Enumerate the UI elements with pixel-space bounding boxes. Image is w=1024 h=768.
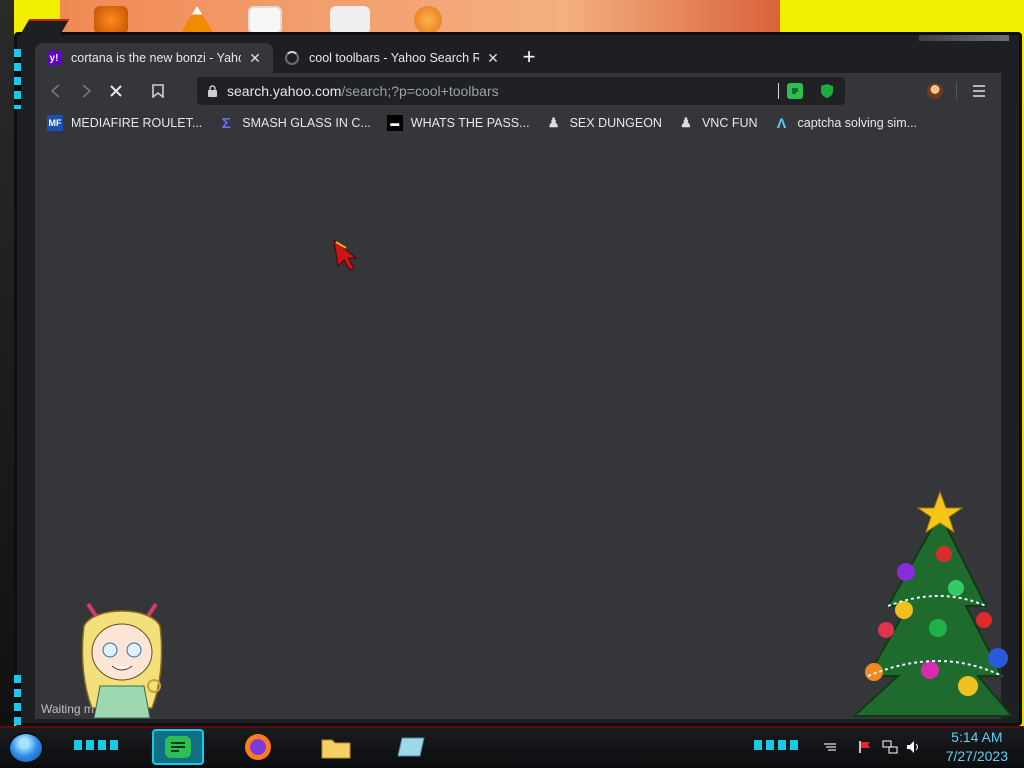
browser-menu-icon[interactable]	[969, 81, 989, 101]
frame-accent-ticks	[14, 49, 21, 109]
start-button[interactable]	[8, 732, 44, 764]
tab-cortana[interactable]: y! cortana is the new bonzi - Yahoo S ✕	[35, 43, 273, 73]
bookmark-button[interactable]	[143, 76, 173, 106]
tab-cool-toolbars[interactable]: cool toolbars - Yahoo Search Resu ✕	[273, 43, 511, 73]
bookmark-smash-glass[interactable]: Σ SMASH GLASS IN C...	[218, 114, 371, 132]
back-button[interactable]	[41, 76, 71, 106]
bookmark-mediafire[interactable]: MF MEDIAFIRE ROULET...	[47, 115, 202, 131]
yahoo-favicon-icon: y!	[47, 51, 61, 65]
mascot-character-icon	[81, 602, 163, 719]
sigma-icon: Σ	[221, 114, 231, 132]
address-bar[interactable]: search.yahoo.com /search;?p=cool+toolbar…	[197, 77, 845, 105]
url-path: /search;?p=cool+toolbars	[341, 83, 499, 99]
desktop-edge	[0, 0, 14, 728]
folder-icon	[321, 739, 351, 759]
file-desktop-icon[interactable]	[330, 6, 370, 34]
bookmark-label: WHATS THE PASS...	[410, 116, 530, 130]
show-hidden-icons[interactable]	[822, 740, 838, 754]
vnc-icon: ♟	[680, 115, 692, 130]
tab-title: cool toolbars - Yahoo Search Resu	[309, 51, 479, 65]
close-tab-icon[interactable]: ✕	[247, 50, 263, 66]
taskbar-app-chat[interactable]	[152, 729, 204, 765]
dark-box-icon: ▬	[386, 115, 403, 131]
forward-button[interactable]	[71, 76, 101, 106]
system-clock[interactable]: 5:14 AM 7/27/2023	[946, 728, 1008, 766]
frame-accent-ticks-bottom	[14, 675, 21, 725]
profile-avatar[interactable]	[927, 83, 943, 99]
action-center-flag-icon[interactable]	[858, 740, 874, 754]
shield-extension-icon[interactable]	[819, 83, 835, 99]
mediafire-icon: MF	[47, 115, 63, 131]
lock-icon[interactable]	[205, 84, 219, 98]
firefox-icon	[245, 734, 271, 760]
bookmark-label: SEX DUNGEON	[569, 116, 662, 130]
vnc-icon: ♟	[547, 115, 560, 130]
loading-spinner-icon	[285, 51, 299, 65]
app-desktop-icon[interactable]	[248, 6, 282, 34]
taskbar: 5:14 AM 7/27/2023	[0, 726, 1024, 768]
tab-title: cortana is the new bonzi - Yahoo S	[71, 51, 241, 65]
taskbar-accent-right	[754, 740, 800, 750]
lambda-icon: Λ	[776, 115, 787, 131]
toolbar-divider	[956, 82, 957, 100]
clock-date: 7/27/2023	[945, 748, 1008, 764]
url-host: search.yahoo.com	[227, 83, 342, 99]
bookmark-vnc-fun[interactable]: ♟ VNC FUN	[678, 115, 758, 131]
taskbar-app-file-explorer[interactable]	[310, 729, 362, 765]
mouse-cursor-icon	[333, 238, 358, 271]
bookmark-sex-dungeon[interactable]: ♟ SEX DUNGEON	[546, 115, 662, 131]
browser-toolbar: search.yahoo.com /search;?p=cool+toolbar…	[35, 73, 1001, 109]
back-arrow-icon	[50, 84, 60, 98]
chat-extension-icon[interactable]	[787, 83, 803, 99]
bookmark-icon	[152, 84, 164, 98]
forward-arrow-icon	[82, 84, 92, 98]
taskbar-top-glow	[0, 726, 1024, 728]
bookmark-label: VNC FUN	[701, 116, 758, 130]
stop-loading-button[interactable]	[101, 76, 131, 106]
orb-desktop-icon[interactable]	[414, 6, 442, 34]
christmas-tree-icon	[851, 490, 1015, 717]
clock-time: 5:14 AM	[951, 729, 1003, 745]
taskbar-app-firefox[interactable]	[232, 729, 284, 765]
bookmarks-bar: MF MEDIAFIRE ROULET... Σ SMASH GLASS IN …	[35, 109, 1001, 137]
bookmark-label: captcha solving sim...	[797, 116, 918, 130]
bookmark-label: SMASH GLASS IN C...	[242, 116, 371, 130]
chat-app-icon	[165, 736, 191, 758]
omnibox-divider	[778, 83, 779, 99]
taskbar-app-window[interactable]	[386, 729, 438, 765]
new-tab-button[interactable]: +	[515, 43, 543, 71]
window-app-icon	[397, 737, 425, 757]
stop-icon	[110, 85, 122, 97]
firefox-desktop-icon[interactable]	[94, 6, 128, 34]
taskbar-accent	[74, 740, 120, 750]
volume-icon[interactable]	[906, 740, 922, 754]
close-tab-icon[interactable]: ✕	[485, 50, 501, 66]
network-icon[interactable]	[882, 740, 898, 754]
bookmark-label: MEDIAFIRE ROULET...	[71, 116, 203, 130]
bookmark-captcha-solving[interactable]: Λ captcha solving sim...	[774, 115, 918, 131]
bookmark-whats-the-pass[interactable]: ▬ WHATS THE PASS...	[386, 115, 530, 131]
tab-strip: y! cortana is the new bonzi - Yahoo S ✕ …	[35, 41, 1001, 73]
